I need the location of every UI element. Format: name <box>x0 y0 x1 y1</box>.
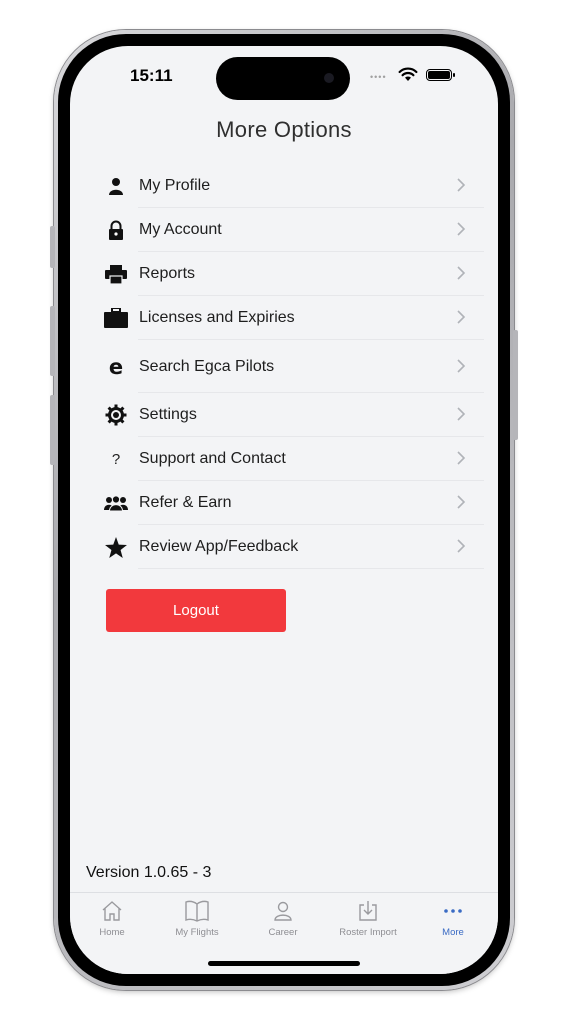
screen: 15:11 •••• More Options My Profile My Ac… <box>70 46 498 974</box>
tab-label: More <box>442 927 464 938</box>
chevron-right-icon <box>457 266 466 280</box>
dynamic-island <box>216 57 350 100</box>
person-outline-icon <box>274 901 292 921</box>
home-icon <box>102 901 122 921</box>
chevron-right-icon <box>457 539 466 553</box>
tab-label: Career <box>268 927 298 938</box>
chevron-right-icon <box>457 222 466 236</box>
menu-item-label: Reports <box>139 265 196 282</box>
options-menu: My Profile My Account Reports Licenses a… <box>94 164 484 569</box>
version-label: Version 1.0.65 - 3 <box>86 864 212 881</box>
book-icon <box>185 900 209 922</box>
menu-item-my-account[interactable]: My Account <box>94 208 484 252</box>
tab-label: Roster Import <box>339 927 397 938</box>
menu-item-review-app-feedback[interactable]: Review App/Feedback <box>94 525 484 569</box>
menu-item-label: My Account <box>139 221 222 238</box>
menu-item-search-egca-pilots[interactable]: e Search Egca Pilots <box>94 340 484 393</box>
menu-item-label: My Profile <box>139 177 211 194</box>
chevron-right-icon <box>457 178 466 192</box>
chevron-right-icon <box>457 359 466 373</box>
page-title: More Options <box>216 117 352 142</box>
printer-icon <box>94 264 138 284</box>
tab-label: Home <box>99 927 125 938</box>
action-button <box>50 226 55 268</box>
menu-item-settings[interactable]: Settings <box>94 393 484 437</box>
chevron-right-icon <box>457 451 466 465</box>
tab-career[interactable]: Career <box>241 899 325 938</box>
chevron-right-icon <box>457 495 466 509</box>
menu-item-reports[interactable]: Reports <box>94 252 484 296</box>
menu-item-my-profile[interactable]: My Profile <box>94 164 484 208</box>
question-icon-glyph: ? <box>111 450 121 468</box>
chevron-right-icon <box>457 407 466 421</box>
question-icon: ? <box>94 451 138 468</box>
camera-icon <box>324 73 334 83</box>
wifi-icon <box>398 67 418 81</box>
person-icon <box>94 177 138 195</box>
menu-item-label: Licenses and Expiries <box>139 309 295 326</box>
gear-icon <box>94 404 138 426</box>
chevron-right-icon <box>457 310 466 324</box>
divider <box>138 568 484 569</box>
lock-icon <box>94 220 138 240</box>
more-dots-icon <box>444 909 462 913</box>
briefcase-icon <box>94 308 138 328</box>
menu-item-support-and-contact[interactable]: ? Support and Contact <box>94 437 484 481</box>
group-icon <box>94 495 138 511</box>
logout-button[interactable]: Logout <box>106 589 286 632</box>
menu-item-label: Search Egca Pilots <box>139 357 275 375</box>
menu-item-refer-and-earn[interactable]: Refer & Earn <box>94 481 484 525</box>
power-button <box>513 330 518 440</box>
tab-more[interactable]: More <box>411 899 495 938</box>
menu-item-label: Refer & Earn <box>139 494 232 511</box>
star-icon <box>94 536 138 558</box>
volume-down-button <box>50 395 55 465</box>
menu-item-label: Review App/Feedback <box>139 538 299 555</box>
menu-item-label: Settings <box>139 406 197 423</box>
menu-item-label: Support and Contact <box>139 450 286 467</box>
status-time: 15:11 <box>130 66 173 85</box>
volume-up-button <box>50 306 55 376</box>
signal-icon: •••• <box>370 72 387 82</box>
tab-home[interactable]: Home <box>70 899 154 938</box>
tab-roster-import[interactable]: Roster Import <box>326 899 410 938</box>
home-indicator <box>208 961 360 966</box>
egca-icon-glyph: e <box>108 354 124 379</box>
menu-item-licenses-and-expiries[interactable]: Licenses and Expiries <box>94 296 484 340</box>
tab-label: My Flights <box>175 927 219 938</box>
egca-icon: e <box>94 355 138 379</box>
import-icon <box>359 901 377 921</box>
tab-my-flights[interactable]: My Flights <box>155 899 239 938</box>
battery-icon <box>426 69 455 81</box>
